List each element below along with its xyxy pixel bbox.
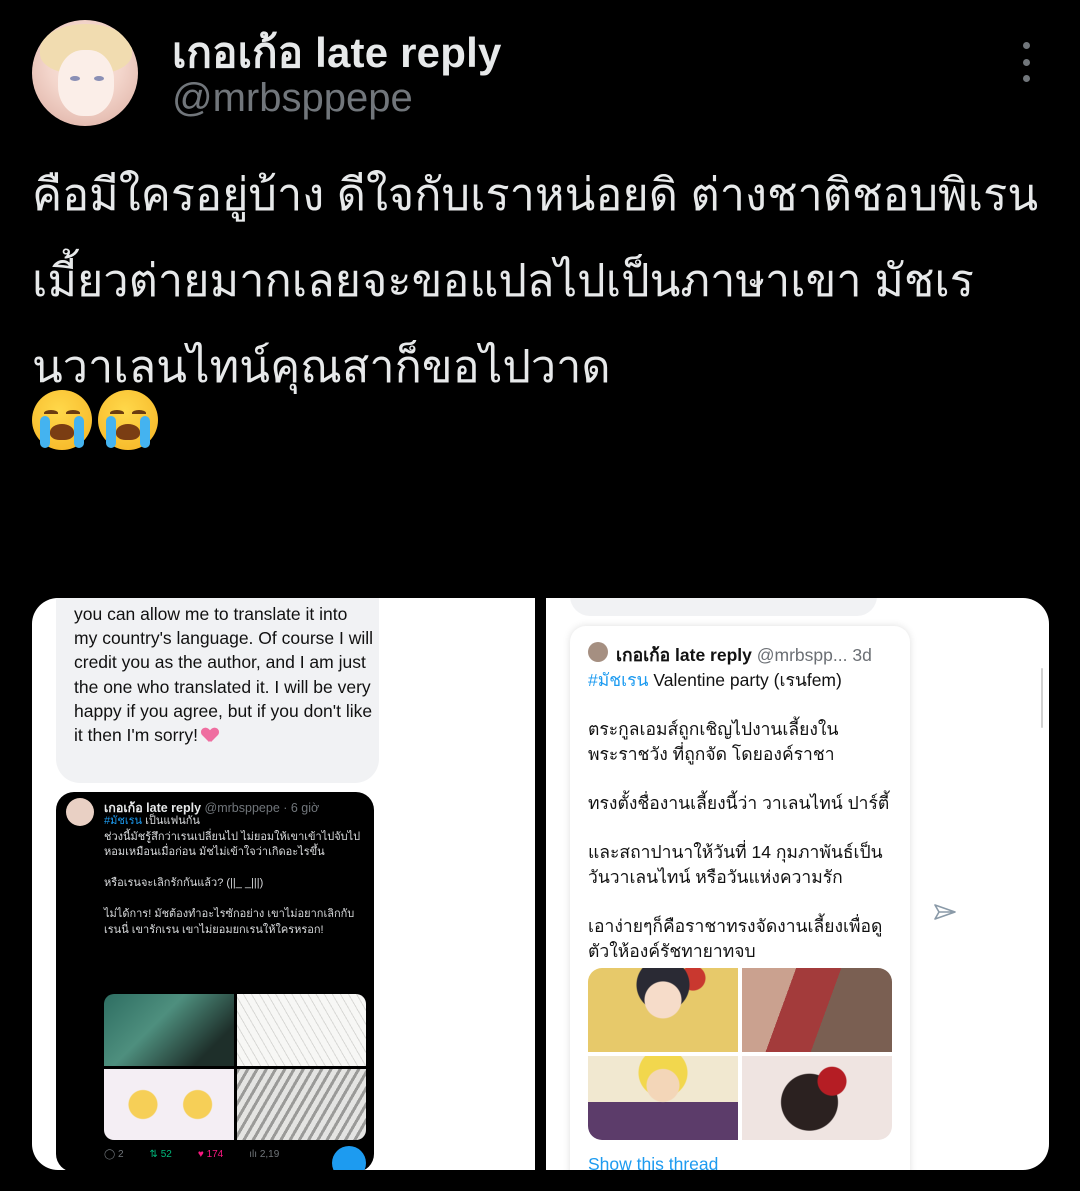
user-handle[interactable]: @mrbsppepe — [172, 76, 413, 121]
avatar-eye — [94, 76, 104, 81]
pink-heart-icon — [202, 728, 218, 742]
media-image-left[interactable]: you can allow me to translate it into my… — [32, 598, 535, 1170]
emoji-row — [32, 390, 158, 450]
loudly-crying-face-icon — [32, 390, 92, 450]
more-options-icon[interactable] — [1012, 42, 1040, 82]
like-count[interactable]: ♥ 174 — [198, 1149, 223, 1160]
embedded-tweet-body: #มัชเรน เป็นแฟนกัน ช่วงนี้มัชรู้สึกว่าเร… — [104, 815, 361, 936]
dot — [1022, 75, 1030, 82]
tweet-media[interactable]: you can allow me to translate it into my… — [32, 598, 1049, 1170]
avatar-eye — [70, 76, 80, 81]
avatar-face — [58, 50, 114, 116]
hashtag[interactable]: #มัชเรน — [588, 670, 649, 690]
embedded-image[interactable] — [742, 1056, 892, 1140]
reply-count[interactable]: ◯ 2 — [104, 1149, 124, 1160]
embedded-image-grid[interactable] — [588, 968, 892, 1140]
embedded-image[interactable] — [236, 994, 366, 1066]
hashtag[interactable]: #มัชเรน — [104, 815, 142, 827]
dot — [1022, 42, 1030, 49]
view-count[interactable]: ılı 2,19 — [249, 1149, 279, 1160]
retweet-count[interactable]: ⇅ 52 — [150, 1149, 172, 1160]
embedded-tweet-card[interactable]: เกอเก้อ late reply @mrbspp... 3d #มัชเรน… — [570, 626, 910, 1170]
embedded-tweet-body: #มัชเรน Valentine party (เรนfem) ตระกูลเ… — [588, 670, 890, 961]
previous-card-edge — [570, 598, 877, 616]
loudly-crying-face-icon — [98, 390, 158, 450]
embedded-image[interactable] — [588, 968, 738, 1052]
embedded-image[interactable] — [588, 1056, 738, 1140]
avatar — [588, 642, 608, 662]
tweet-actions: ◯ 2 ⇅ 52 ♥ 174 ılı 2,19 — [104, 1149, 366, 1160]
dot — [1022, 58, 1030, 66]
embedded-image-grid[interactable] — [104, 994, 366, 1140]
embedded-image[interactable] — [104, 1068, 234, 1140]
embedded-tweet-card[interactable]: เกอเก้อ late reply @mrbsppepe · 6 giờ #ม… — [56, 792, 374, 1170]
message-text: you can allow me to translate it into my… — [74, 604, 374, 746]
avatar[interactable] — [32, 20, 138, 126]
embedded-image[interactable] — [742, 968, 892, 1052]
embedded-image[interactable] — [236, 1068, 366, 1140]
show-thread-link[interactable]: Show this thread — [588, 1154, 718, 1170]
embedded-image[interactable] — [104, 994, 234, 1066]
media-image-right[interactable]: เกอเก้อ late reply @mrbspp... 3d #มัชเรน… — [546, 598, 1049, 1170]
tweet-text: คือมีใครอยู่บ้าง ดีใจกับเราหน่อยดิ ต่างช… — [32, 169, 1039, 392]
embedded-tweet-header: เกอเก้อ late reply @mrbspp... 3d — [616, 645, 872, 665]
avatar — [66, 798, 94, 826]
send-icon[interactable] — [934, 904, 956, 920]
scrollbar[interactable] — [1041, 668, 1043, 728]
